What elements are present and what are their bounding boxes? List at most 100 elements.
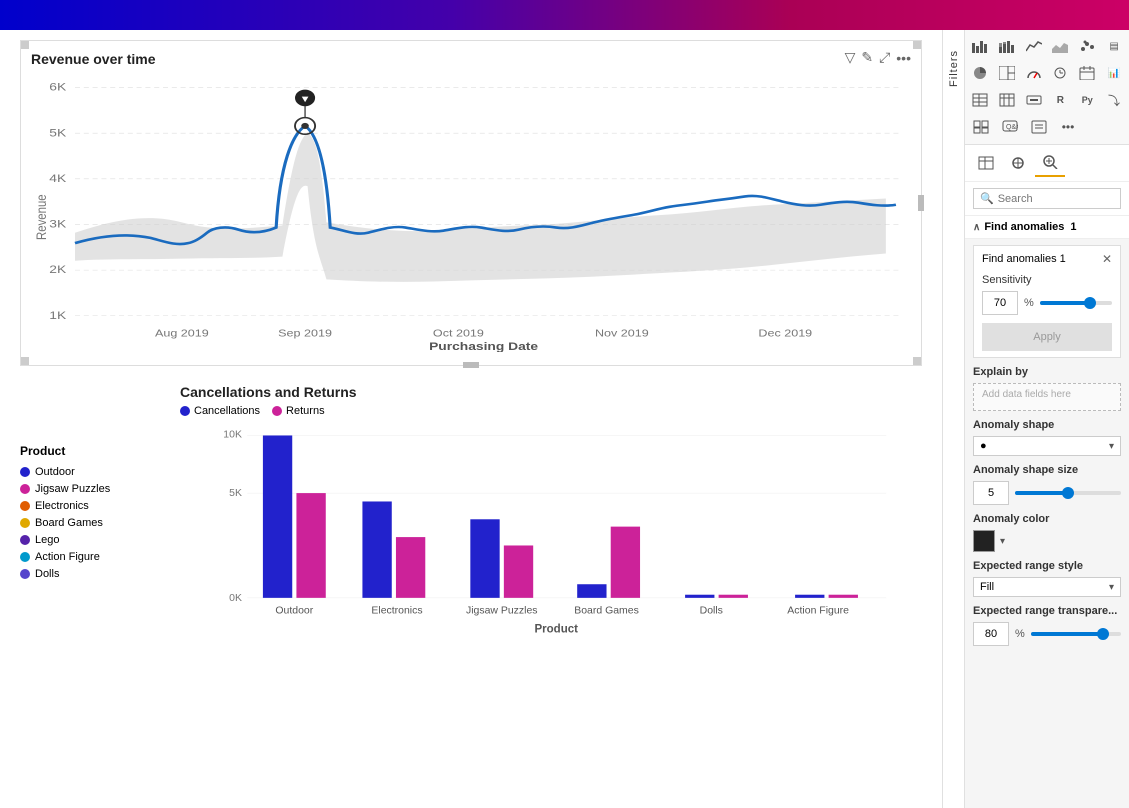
icon-pie[interactable] [967,60,993,86]
bar-electronics-cancellations[interactable] [362,501,391,597]
sensitivity-label: Sensitivity [982,274,1112,286]
svg-text:Product: Product [534,623,578,635]
filters-text[interactable]: Filters [948,50,960,87]
bar-actionfigure-returns[interactable] [829,595,858,598]
handle-tl[interactable] [21,41,29,49]
revenue-chart-svg: 6K 5K 4K 3K 2K 1K Revenue [31,72,911,352]
icon-stacked-chart[interactable] [994,33,1020,59]
transparency-input[interactable] [973,622,1009,646]
icon-r-script[interactable]: R [1047,87,1073,113]
find-anomalies-label: Find anomalies [984,221,1064,233]
icon-card[interactable] [1021,87,1047,113]
bar-dolls-returns[interactable] [719,595,748,598]
btn-table-view[interactable] [971,149,1001,177]
expand-icon[interactable]: ⤢ [879,49,890,66]
bar-dolls-cancellations[interactable] [685,595,714,598]
product-legend: Product Outdoor Jigsaw Puzzles Electroni… [20,384,170,648]
chart-toolbar: ▽ ✎ ⤢ ••• [845,49,911,66]
icon-table[interactable] [967,87,993,113]
legend-cancellations: Cancellations [180,405,260,417]
svg-text:10K: 10K [223,430,242,441]
explain-by-placeholder: Add data fields here [982,389,1071,400]
icon-more-options[interactable]: ••• [1054,114,1082,140]
legend-item-boardgames: Board Games [20,517,170,529]
icon-clock[interactable] [1047,60,1073,86]
percent-label: % [1024,297,1034,309]
icon-matrix[interactable] [994,87,1020,113]
explain-by-box[interactable]: Add data fields here [973,383,1121,411]
handle-br[interactable] [913,357,921,365]
icon-line-chart[interactable] [1021,33,1047,59]
expected-range-style-dropdown[interactable]: Fill ▾ [973,577,1121,597]
icon-paginate[interactable] [1025,114,1053,140]
charts-container: ▽ ✎ ⤢ ••• Revenue over time 6K 5K 4K 3K … [0,30,942,808]
icon-grid-visual[interactable] [967,114,995,140]
bar-jigsaw-returns[interactable] [504,545,533,597]
icon-treemap[interactable] [994,60,1020,86]
bar-jigsaw-cancellations[interactable] [470,519,499,598]
svg-text:Nov 2019: Nov 2019 [595,328,649,339]
more-icon[interactable]: ••• [896,50,911,66]
anomaly-color-swatch[interactable] [973,530,995,552]
svg-text:Dec 2019: Dec 2019 [758,328,812,339]
sensitivity-slider-track [1040,301,1112,305]
icon-bar-chart[interactable] [967,33,993,59]
search-input[interactable] [998,193,1114,205]
bar-actionfigure-cancellations[interactable] [795,595,824,598]
svg-text:Jigsaw Puzzles: Jigsaw Puzzles [466,606,538,617]
apply-btn[interactable]: Apply [982,323,1112,351]
filter-icon[interactable]: ▽ [845,49,856,66]
card-title: Find anomalies 1 [982,253,1066,265]
legend-label-boardgames: Board Games [35,517,103,529]
color-arrow[interactable]: ▾ [1000,536,1005,547]
legend-item-jigsaw: Jigsaw Puzzles [20,483,170,495]
transparency-thumb[interactable] [1097,628,1109,640]
svg-text:▼: ▼ [299,95,310,105]
btn-analytics[interactable] [1035,149,1065,177]
icon-scatter[interactable] [1074,33,1100,59]
anomaly-size-thumb[interactable] [1062,487,1074,499]
close-card-btn[interactable]: ✕ [1102,252,1112,266]
handle-right-mid[interactable] [918,195,924,211]
edit-icon[interactable]: ✎ [861,49,873,66]
icon-row-3: R Py ⤵ [967,87,1127,113]
find-anomalies-header[interactable]: ∧ Find anomalies 1 [965,216,1129,239]
slider-thumb[interactable] [1084,297,1096,309]
bar-boardgames-cancellations[interactable] [577,584,606,598]
anomaly-shape-dropdown[interactable]: ● ▾ [973,436,1121,456]
icon-decomp[interactable]: ⤵ [1101,87,1127,113]
icon-qa[interactable]: Q&A [996,114,1024,140]
revenue-chart-title: Revenue over time [31,51,911,67]
legend-item-lego: Lego [20,534,170,546]
bar-electronics-returns[interactable] [396,537,425,598]
icon-area-chart[interactable] [1047,33,1073,59]
icon-row-2: 📊 [967,60,1127,86]
handle-bottom-mid[interactable] [463,362,479,368]
anomaly-size-input[interactable] [973,481,1009,505]
icon-kpi[interactable]: 📊 [1101,60,1127,86]
transparency-slider [1031,632,1121,636]
bar-boardgames-returns[interactable] [611,527,640,598]
icon-gauge[interactable] [1021,60,1047,86]
handle-bl[interactable] [21,357,29,365]
icon-more-charts[interactable]: ▤ [1101,33,1127,59]
sensitivity-input[interactable] [982,291,1018,315]
search-area: 🔍 [965,182,1129,216]
legend-label-lego: Lego [35,534,59,546]
bar-outdoor-returns[interactable] [296,493,325,598]
legend-label-jigsaw: Jigsaw Puzzles [35,483,110,495]
bar-outdoor-cancellations[interactable] [263,435,292,597]
btn-format[interactable] [1003,149,1033,177]
svg-text:Dolls: Dolls [700,606,723,617]
legend-title: Product [20,444,170,458]
handle-tr[interactable] [913,41,921,49]
legend-dot-dolls [20,569,30,579]
svg-text:4K: 4K [49,172,66,185]
icon-python[interactable]: Py [1074,87,1100,113]
icon-calendar[interactable] [1074,60,1100,86]
cancellations-section: Product Outdoor Jigsaw Puzzles Electroni… [20,384,922,648]
svg-text:Outdoor: Outdoor [275,606,313,617]
transparency-percent: % [1015,628,1025,640]
search-box[interactable]: 🔍 [973,188,1121,209]
filters-sidebar[interactable]: Filters [942,30,964,808]
